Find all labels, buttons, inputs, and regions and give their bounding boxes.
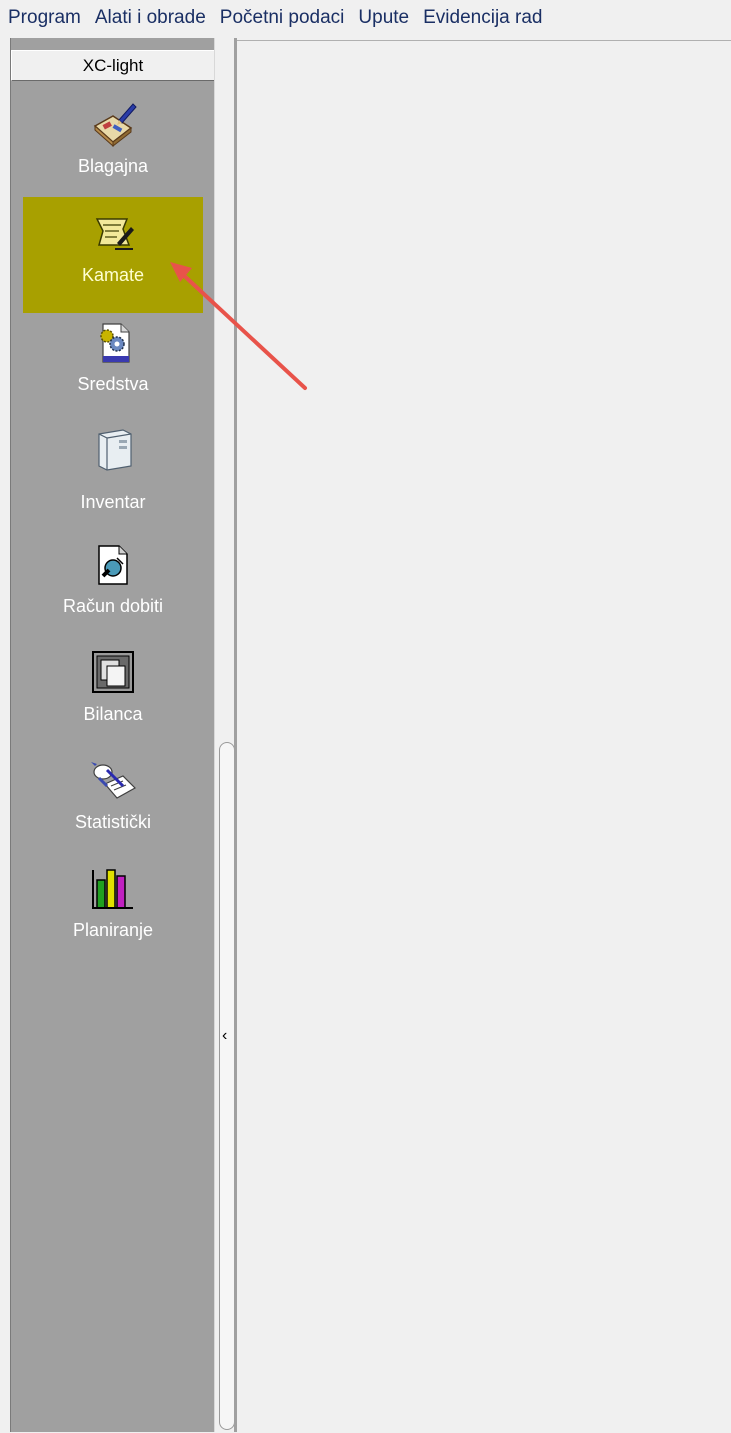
- menu-program[interactable]: Program: [0, 7, 87, 29]
- computer-tower-icon: [98, 429, 132, 471]
- sidebar-header-button[interactable]: XC-light: [11, 50, 215, 81]
- cashbook-icon: [93, 103, 137, 148]
- sidebar-item-blagajna[interactable]: Blagajna: [23, 88, 203, 204]
- sidebar-item-racun-dobiti[interactable]: Račun dobiti: [23, 528, 203, 644]
- sidebar-item-bilanca[interactable]: Bilanca: [23, 636, 203, 752]
- chevron-left-icon[interactable]: ‹: [222, 1028, 227, 1044]
- sidebar-item-inventar[interactable]: Inventar: [23, 416, 203, 532]
- menu-upute[interactable]: Upute: [350, 7, 415, 29]
- sidebar-edge: [214, 38, 215, 1432]
- menu-bar: Program Alati i obrade Početni podaci Up…: [0, 0, 731, 36]
- stacked-pages-icon: [92, 651, 134, 693]
- sidebar-item-label: Inventar: [80, 492, 146, 512]
- sidebar-item-label: Blagajna: [77, 156, 149, 176]
- annotation-arrow-icon: [170, 262, 307, 390]
- menu-evidencija-rada[interactable]: Evidencija rad: [415, 7, 548, 29]
- menu-pocetni-podaci[interactable]: Početni podaci: [212, 7, 351, 29]
- splitter-handle[interactable]: ‹: [219, 742, 235, 1430]
- sidebar-item-label: Planiranje: [72, 920, 154, 940]
- gears-document-icon: [100, 323, 130, 363]
- sidebar-item-label: Kamate: [81, 265, 145, 285]
- sidebar-item-statisticki[interactable]: Statistički: [23, 744, 203, 860]
- sidebar-item-label: Račun dobiti: [62, 596, 164, 616]
- sidebar-item-planiranje[interactable]: Planiranje: [23, 852, 203, 968]
- sidebar-item-label: Statistički: [74, 812, 152, 832]
- hand-writing-icon: [91, 762, 136, 799]
- menu-alati-i-obrade[interactable]: Alati i obrade: [87, 7, 212, 29]
- sidebar: XC-light Blagajna Kamate Sredstva Invent…: [10, 38, 215, 1432]
- document-pen-icon: [95, 218, 134, 250]
- bar-chart-icon: [92, 869, 133, 909]
- page-magnifier-icon: [98, 545, 128, 585]
- main-content-area: [237, 40, 731, 1433]
- sidebar-item-label: Bilanca: [83, 704, 143, 724]
- sidebar-item-label: Sredstva: [77, 374, 149, 394]
